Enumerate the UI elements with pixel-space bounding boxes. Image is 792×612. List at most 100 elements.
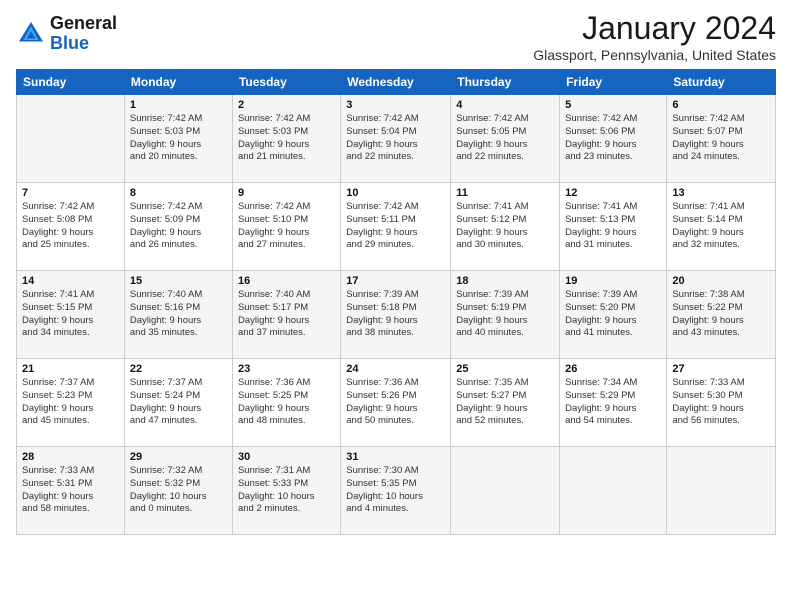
day-info: Sunrise: 7:40 AM Sunset: 5:17 PM Dayligh… [238, 289, 335, 340]
day-number: 20 [672, 275, 770, 287]
calendar-week-row: 7 Sunrise: 7:42 AM Sunset: 5:08 PM Daylig… [17, 183, 776, 271]
weekday-header: Thursday [451, 70, 560, 95]
calendar-cell [451, 447, 560, 535]
calendar-cell: 4 Sunrise: 7:42 AM Sunset: 5:05 PM Daylig… [451, 95, 560, 183]
day-number: 26 [565, 363, 661, 375]
day-number: 28 [22, 451, 119, 463]
day-info: Sunrise: 7:35 AM Sunset: 5:27 PM Dayligh… [456, 377, 554, 428]
day-number: 24 [346, 363, 445, 375]
day-info: Sunrise: 7:33 AM Sunset: 5:30 PM Dayligh… [672, 377, 770, 428]
day-info: Sunrise: 7:42 AM Sunset: 5:11 PM Dayligh… [346, 201, 445, 252]
day-info: Sunrise: 7:42 AM Sunset: 5:08 PM Dayligh… [22, 201, 119, 252]
day-info: Sunrise: 7:42 AM Sunset: 5:09 PM Dayligh… [130, 201, 227, 252]
calendar-table: SundayMondayTuesdayWednesdayThursdayFrid… [16, 69, 776, 535]
calendar-week-row: 28 Sunrise: 7:33 AM Sunset: 5:31 PM Dayli… [17, 447, 776, 535]
day-number: 19 [565, 275, 661, 287]
day-number: 25 [456, 363, 554, 375]
calendar-cell: 26Sunrise: 7:34 AM Sunset: 5:29 PM Dayli… [560, 359, 667, 447]
day-info: Sunrise: 7:40 AM Sunset: 5:16 PM Dayligh… [130, 289, 227, 340]
day-number: 6 [672, 99, 770, 111]
calendar-cell: 27Sunrise: 7:33 AM Sunset: 5:30 PM Dayli… [667, 359, 776, 447]
day-number: 13 [672, 187, 770, 199]
day-info: Sunrise: 7:41 AM Sunset: 5:13 PM Dayligh… [565, 201, 661, 252]
day-info: Sunrise: 7:33 AM Sunset: 5:31 PM Dayligh… [22, 465, 119, 516]
calendar-cell [560, 447, 667, 535]
header: General Blue January 2024 Glassport, Pen… [16, 10, 776, 63]
day-info: Sunrise: 7:41 AM Sunset: 5:14 PM Dayligh… [672, 201, 770, 252]
day-info: Sunrise: 7:31 AM Sunset: 5:33 PM Dayligh… [238, 465, 335, 516]
logo-icon [16, 19, 46, 49]
day-info: Sunrise: 7:37 AM Sunset: 5:24 PM Dayligh… [130, 377, 227, 428]
day-info: Sunrise: 7:42 AM Sunset: 5:07 PM Dayligh… [672, 113, 770, 164]
calendar-cell: 31Sunrise: 7:30 AM Sunset: 5:35 PM Dayli… [341, 447, 451, 535]
day-info: Sunrise: 7:39 AM Sunset: 5:19 PM Dayligh… [456, 289, 554, 340]
calendar-cell: 15 Sunrise: 7:40 AM Sunset: 5:16 PM Dayli… [124, 271, 232, 359]
title-block: January 2024 Glassport, Pennsylvania, Un… [533, 10, 776, 63]
logo-general: General [50, 13, 117, 33]
day-number: 2 [238, 99, 335, 111]
calendar-week-row: 14 Sunrise: 7:41 AM Sunset: 5:15 PM Dayli… [17, 271, 776, 359]
day-info: Sunrise: 7:42 AM Sunset: 5:03 PM Dayligh… [130, 113, 227, 164]
weekday-header: Saturday [667, 70, 776, 95]
day-number: 9 [238, 187, 335, 199]
day-number: 4 [456, 99, 554, 111]
calendar-cell: 9 Sunrise: 7:42 AM Sunset: 5:10 PM Daylig… [232, 183, 340, 271]
calendar-cell: 2 Sunrise: 7:42 AM Sunset: 5:03 PM Daylig… [232, 95, 340, 183]
day-info: Sunrise: 7:37 AM Sunset: 5:23 PM Dayligh… [22, 377, 119, 428]
day-info: Sunrise: 7:42 AM Sunset: 5:03 PM Dayligh… [238, 113, 335, 164]
calendar-cell: 20 Sunrise: 7:38 AM Sunset: 5:22 PM Dayli… [667, 271, 776, 359]
month-title: January 2024 [533, 10, 776, 47]
calendar-cell: 7 Sunrise: 7:42 AM Sunset: 5:08 PM Daylig… [17, 183, 125, 271]
day-number: 21 [22, 363, 119, 375]
day-number: 12 [565, 187, 661, 199]
day-info: Sunrise: 7:39 AM Sunset: 5:18 PM Dayligh… [346, 289, 445, 340]
weekday-header: Wednesday [341, 70, 451, 95]
day-number: 23 [238, 363, 335, 375]
calendar-cell: 13 Sunrise: 7:41 AM Sunset: 5:14 PM Dayli… [667, 183, 776, 271]
day-number: 8 [130, 187, 227, 199]
day-number: 11 [456, 187, 554, 199]
calendar-cell: 29 Sunrise: 7:32 AM Sunset: 5:32 PM Dayli… [124, 447, 232, 535]
location: Glassport, Pennsylvania, United States [533, 47, 776, 63]
day-number: 7 [22, 187, 119, 199]
day-number: 5 [565, 99, 661, 111]
calendar-cell: 5 Sunrise: 7:42 AM Sunset: 5:06 PM Daylig… [560, 95, 667, 183]
calendar-cell: 17Sunrise: 7:39 AM Sunset: 5:18 PM Dayli… [341, 271, 451, 359]
weekday-header: Monday [124, 70, 232, 95]
day-info: Sunrise: 7:32 AM Sunset: 5:32 PM Dayligh… [130, 465, 227, 516]
day-number: 15 [130, 275, 227, 287]
calendar-week-row: 1Sunrise: 7:42 AM Sunset: 5:03 PM Daylig… [17, 95, 776, 183]
logo: General Blue [16, 14, 117, 54]
calendar-cell: 24 Sunrise: 7:36 AM Sunset: 5:26 PM Dayli… [341, 359, 451, 447]
calendar-header-row: SundayMondayTuesdayWednesdayThursdayFrid… [17, 70, 776, 95]
calendar-cell: 12 Sunrise: 7:41 AM Sunset: 5:13 PM Dayli… [560, 183, 667, 271]
calendar-cell: 11 Sunrise: 7:41 AM Sunset: 5:12 PM Dayli… [451, 183, 560, 271]
day-number: 3 [346, 99, 445, 111]
day-number: 14 [22, 275, 119, 287]
calendar-week-row: 21 Sunrise: 7:37 AM Sunset: 5:23 PM Dayli… [17, 359, 776, 447]
calendar-cell: 28 Sunrise: 7:33 AM Sunset: 5:31 PM Dayli… [17, 447, 125, 535]
day-info: Sunrise: 7:41 AM Sunset: 5:12 PM Dayligh… [456, 201, 554, 252]
day-info: Sunrise: 7:30 AM Sunset: 5:35 PM Dayligh… [346, 465, 445, 516]
day-info: Sunrise: 7:42 AM Sunset: 5:06 PM Dayligh… [565, 113, 661, 164]
weekday-header: Friday [560, 70, 667, 95]
calendar-cell: 10 Sunrise: 7:42 AM Sunset: 5:11 PM Dayli… [341, 183, 451, 271]
calendar-cell: 22 Sunrise: 7:37 AM Sunset: 5:24 PM Dayli… [124, 359, 232, 447]
calendar-cell: 21 Sunrise: 7:37 AM Sunset: 5:23 PM Dayli… [17, 359, 125, 447]
day-info: Sunrise: 7:42 AM Sunset: 5:05 PM Dayligh… [456, 113, 554, 164]
calendar-cell: 3Sunrise: 7:42 AM Sunset: 5:04 PM Daylig… [341, 95, 451, 183]
day-info: Sunrise: 7:42 AM Sunset: 5:10 PM Dayligh… [238, 201, 335, 252]
logo-blue-text: Blue [50, 33, 89, 53]
day-info: Sunrise: 7:36 AM Sunset: 5:26 PM Dayligh… [346, 377, 445, 428]
calendar-cell: 8 Sunrise: 7:42 AM Sunset: 5:09 PM Daylig… [124, 183, 232, 271]
day-number: 16 [238, 275, 335, 287]
day-number: 10 [346, 187, 445, 199]
calendar-cell: 19Sunrise: 7:39 AM Sunset: 5:20 PM Dayli… [560, 271, 667, 359]
day-info: Sunrise: 7:36 AM Sunset: 5:25 PM Dayligh… [238, 377, 335, 428]
calendar-cell: 14 Sunrise: 7:41 AM Sunset: 5:15 PM Dayli… [17, 271, 125, 359]
day-number: 29 [130, 451, 227, 463]
day-number: 22 [130, 363, 227, 375]
day-info: Sunrise: 7:41 AM Sunset: 5:15 PM Dayligh… [22, 289, 119, 340]
day-info: Sunrise: 7:38 AM Sunset: 5:22 PM Dayligh… [672, 289, 770, 340]
weekday-header: Sunday [17, 70, 125, 95]
